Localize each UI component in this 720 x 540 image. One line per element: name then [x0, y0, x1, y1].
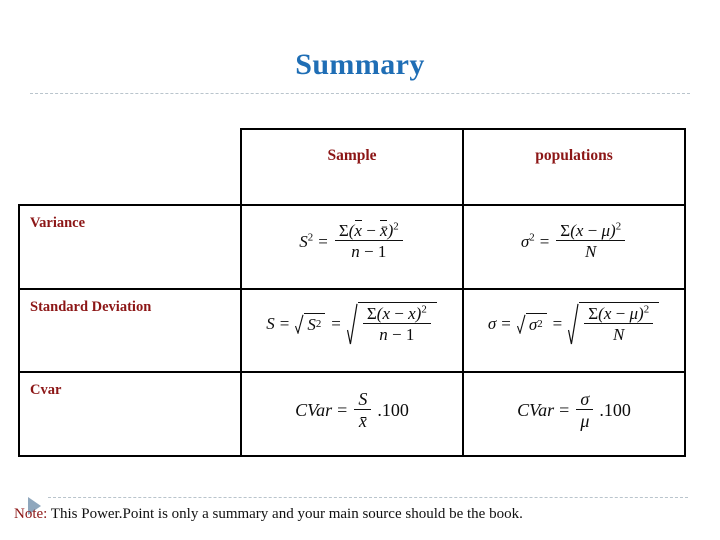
- footer-divider: [48, 497, 688, 498]
- radical-icon: [346, 303, 358, 345]
- page-title: Summary: [295, 48, 425, 81]
- formula-cell-sample-variance: S2 = Σ(x − x̄)2 n − 1: [240, 204, 464, 290]
- table-row: Standard Deviation S = S2 = Σ(x − x)2 n …: [18, 288, 686, 373]
- table-row: Cvar CVar = S x̄ .100 CVar = σ μ .100: [18, 371, 686, 457]
- header-label-sample: Sample: [327, 147, 377, 164]
- footer-note-keyword: Note:: [14, 506, 48, 522]
- table-header-row: Sample populations: [19, 128, 686, 206]
- formula-cell-sample-sd: S = S2 = Σ(x − x)2 n − 1: [240, 288, 464, 373]
- formula-cell-population-cvar: CVar = σ μ .100: [462, 371, 686, 457]
- radical-icon: [295, 314, 304, 334]
- header-blank-cell: [19, 129, 241, 205]
- row-label-variance: Variance: [18, 204, 242, 290]
- row-label-standard-deviation: Standard Deviation: [18, 288, 242, 373]
- formula-sample-sd: S = S2 = Σ(x − x)2 n − 1: [266, 302, 438, 345]
- header-cell-population: populations: [462, 128, 686, 206]
- header-cell-sample: Sample: [240, 128, 464, 206]
- table-row: Variance S2 = Σ(x − x̄)2 n − 1 σ2 = Σ(x …: [18, 204, 686, 290]
- title-divider: [30, 93, 690, 94]
- header-label-population: populations: [535, 147, 613, 164]
- formula-cell-sample-cvar: CVar = S x̄ .100: [240, 371, 464, 457]
- footer-note-text: This Power.Point is only a summary and y…: [47, 506, 523, 522]
- summary-table: Sample populations Variance S2 = Σ(x − x…: [18, 128, 686, 457]
- formula-sample-cvar: CVar = S x̄ .100: [295, 389, 409, 431]
- radical-icon: [516, 314, 526, 334]
- row-label-cvar: Cvar: [18, 371, 242, 457]
- formula-sample-variance: S2 = Σ(x − x̄)2 n − 1: [299, 219, 404, 260]
- formula-cell-population-variance: σ2 = Σ(x − μ)2 N: [462, 204, 686, 290]
- formula-cell-population-sd: σ = σ2 = Σ(x − μ)2 N: [462, 288, 686, 373]
- formula-population-sd: σ = σ2 = Σ(x − μ)2 N: [488, 302, 660, 345]
- formula-population-cvar: CVar = σ μ .100: [517, 389, 631, 431]
- formula-population-variance: σ2 = Σ(x − μ)2 N: [521, 221, 627, 260]
- radical-icon: [568, 303, 579, 345]
- footer-note: Note: This Power.Point is only a summary…: [14, 506, 523, 523]
